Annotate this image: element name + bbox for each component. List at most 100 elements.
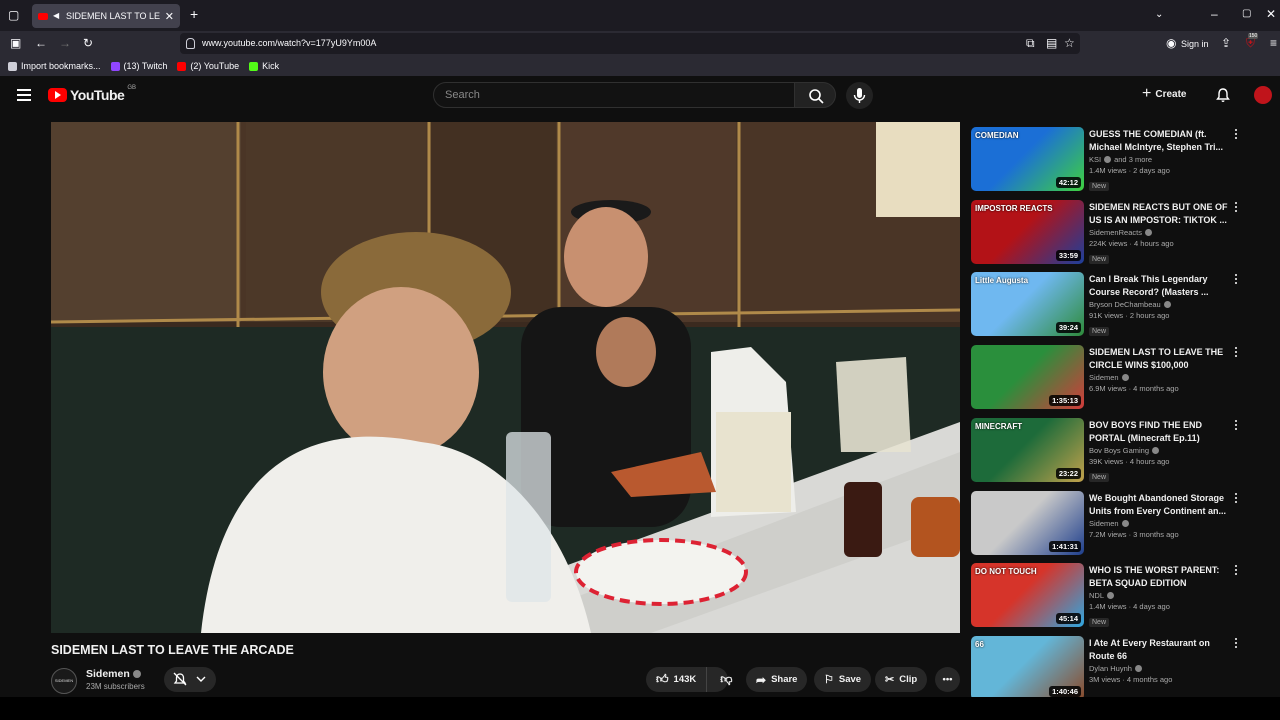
views-and-age: 7.2M views · 3 months ago: [1089, 529, 1179, 539]
recommendation-item[interactable]: Little Augusta 39:24 Can I Break This Le…: [971, 272, 1251, 338]
back-icon[interactable]: ←: [35, 37, 47, 49]
video-thumbnail[interactable]: IMPOSTOR REACTS 33:59: [971, 199, 1084, 264]
recommendation-meta: Can I Break This Legendary Course Record…: [1089, 273, 1229, 338]
reload-icon[interactable]: ↻: [83, 37, 93, 49]
views-and-age: 1.4M views · 2 days ago: [1089, 166, 1170, 175]
video-thumbnail[interactable]: DO NOT TOUCH 45:14: [971, 563, 1084, 628]
video-thumbnail[interactable]: MINECRAFT 23:22: [971, 417, 1084, 482]
maximize-icon[interactable]: ▢: [1242, 8, 1251, 20]
recommendation-title[interactable]: SIDEMEN LAST TO LEAVE THE CIRCLE WINS $1…: [1089, 346, 1229, 372]
subscribed-button[interactable]: [164, 667, 216, 692]
address-bar[interactable]: www.youtube.com/watch?v=177yU9Ym00A ⧉ ▤ …: [180, 33, 1080, 54]
account-icon[interactable]: ◉: [1166, 37, 1176, 49]
bookmark-star-icon[interactable]: ☆: [1064, 37, 1075, 49]
more-actions-button[interactable]: •••: [935, 667, 960, 692]
search-button[interactable]: [794, 82, 836, 108]
tab-list-icon[interactable]: ▢: [8, 9, 19, 21]
bookmark-youtube[interactable]: (2) YouTube: [177, 61, 239, 71]
create-label: Create: [1155, 88, 1187, 100]
sidebar-toggle-icon[interactable]: ▣: [10, 37, 21, 49]
app-menu-icon[interactable]: ≡: [1270, 37, 1277, 49]
save-button[interactable]: ⚐ Save: [814, 667, 872, 692]
video-thumbnail[interactable]: 1:41:31: [971, 490, 1084, 555]
more-vertical-icon[interactable]: [1235, 492, 1237, 503]
video-thumbnail[interactable]: 66 1:40:46: [971, 635, 1084, 700]
more-vertical-icon[interactable]: [1235, 274, 1237, 285]
create-button[interactable]: + Create: [1142, 86, 1187, 102]
recommendation-channel[interactable]: NDL: [1089, 591, 1229, 600]
recommendation-title[interactable]: We Bought Abandoned Storage Units from E…: [1089, 492, 1229, 518]
more-vertical-icon[interactable]: [1235, 419, 1237, 430]
extension-badge: 150: [1248, 33, 1259, 39]
recommendation-channel[interactable]: Sidemen: [1089, 519, 1229, 528]
views-and-age: 3M views · 4 months ago: [1089, 674, 1173, 684]
account-avatar[interactable]: [1254, 86, 1272, 104]
browser-tab-active[interactable]: ◀ SIDEMEN LAST TO LEAVE THE ARCADE ✕: [32, 4, 180, 28]
recommendation-item[interactable]: MINECRAFT 23:22 BOV BOYS FIND THE END PO…: [971, 417, 1251, 484]
recommendation-item[interactable]: 1:35:13 SIDEMEN LAST TO LEAVE THE CIRCLE…: [971, 345, 1251, 411]
verified-badge-icon: [1152, 446, 1160, 454]
views-and-age: 91K views · 2 hours ago: [1089, 311, 1170, 321]
recommendation-title[interactable]: GUESS THE COMEDIAN (ft. Michael McIntyre…: [1089, 128, 1229, 154]
recommendation-title[interactable]: Can I Break This Legendary Course Record…: [1089, 273, 1229, 299]
recommendation-item[interactable]: COMEDIAN 42:12 GUESS THE COMEDIAN (ft. M…: [971, 127, 1251, 193]
recommendation-channel[interactable]: Dylan Huynh: [1089, 664, 1229, 673]
sign-in-link[interactable]: Sign in: [1181, 39, 1209, 49]
picture-in-picture-icon[interactable]: ⧉: [1026, 37, 1035, 49]
clip-button[interactable]: ✂ Clip: [875, 667, 928, 692]
extensions-icon[interactable]: ⇪: [1221, 37, 1231, 49]
forward-icon[interactable]: →: [59, 37, 71, 49]
recommendation-item[interactable]: IMPOSTOR REACTS 33:59 SIDEMEN REACTS BUT…: [971, 199, 1251, 266]
thumbnail-text: MINECRAFT: [975, 421, 1023, 431]
chevron-down-icon[interactable]: ⌄: [1155, 9, 1163, 21]
channel-name-text: Dylan Huynh: [1089, 663, 1132, 673]
recommendation-channel[interactable]: Sidemen: [1089, 373, 1229, 382]
thumbnail-text: Little Augusta: [975, 276, 1029, 286]
more-vertical-icon[interactable]: [1235, 129, 1237, 139]
bell-icon[interactable]: [1215, 87, 1231, 103]
bookmark-import[interactable]: Import bookmarks...: [8, 61, 101, 71]
reader-view-icon[interactable]: ▤: [1046, 37, 1057, 49]
channel-name[interactable]: Sidemen: [86, 668, 141, 680]
more-vertical-icon[interactable]: [1235, 347, 1237, 358]
recommendation-channel[interactable]: Bryson DeChambeau: [1089, 300, 1229, 309]
new-tab-icon[interactable]: +: [190, 7, 198, 21]
minimize-icon[interactable]: –: [1211, 8, 1218, 20]
recommendation-channel[interactable]: KSI and 3 more: [1089, 155, 1229, 164]
video-thumbnail[interactable]: Little Augusta 39:24: [971, 272, 1084, 337]
more-vertical-icon[interactable]: [1235, 565, 1237, 576]
recommendation-title[interactable]: I Ate At Every Restaurant on Route 66: [1089, 637, 1229, 663]
site-info-icon[interactable]: [186, 38, 195, 49]
share-button[interactable]: ➦ Share: [746, 667, 808, 692]
recommendation-title[interactable]: WHO IS THE WORST PARENT: BETA SQUAD EDIT…: [1089, 564, 1229, 590]
recommendation-channel[interactable]: Bov Boys Gaming: [1089, 446, 1229, 455]
recommendation-meta: I Ate At Every Restaurant on Route 66 Dy…: [1089, 637, 1229, 684]
youtube-logo[interactable]: YouTube GB: [48, 85, 136, 103]
search-input[interactable]: Search: [433, 82, 795, 108]
recommendation-title[interactable]: BOV BOYS FIND THE END PORTAL (Minecraft …: [1089, 419, 1229, 445]
bookmark-label: Import bookmarks...: [21, 61, 101, 71]
video-thumbnail[interactable]: 1:35:13: [971, 345, 1084, 410]
like-button[interactable]: 👍︎ 143K: [646, 667, 708, 692]
voice-search-button[interactable]: [846, 82, 873, 109]
recommendation-item[interactable]: 1:41:31 We Bought Abandoned Storage Unit…: [971, 490, 1251, 557]
recommendation-item[interactable]: DO NOT TOUCH 45:14 WHO IS THE WORST PARE…: [971, 563, 1251, 629]
speaker-icon[interactable]: ◀: [53, 12, 61, 20]
recommendation-title[interactable]: SIDEMEN REACTS BUT ONE OF US IS AN IMPOS…: [1089, 201, 1229, 227]
more-vertical-icon[interactable]: [1235, 637, 1237, 648]
bookmark-kick[interactable]: Kick: [249, 61, 279, 71]
more-vertical-icon[interactable]: [1235, 201, 1237, 212]
recommendation-item[interactable]: 66 1:40:46 I Ate At Every Restaurant on …: [971, 635, 1251, 702]
hamburger-menu-icon[interactable]: [17, 89, 31, 101]
dislike-button[interactable]: 👎︎: [712, 672, 740, 687]
channel-avatar[interactable]: SIDEMEN: [51, 668, 77, 694]
recommendation-channel[interactable]: SidemenReacts: [1089, 228, 1229, 237]
close-window-icon[interactable]: ✕: [1266, 8, 1276, 20]
channel-name-text: Sidemen: [1089, 518, 1119, 528]
video-player[interactable]: [51, 122, 960, 633]
clip-label: Clip: [899, 674, 918, 685]
video-thumbnail[interactable]: COMEDIAN 42:12: [971, 127, 1084, 191]
bookmark-twitch[interactable]: (13) Twitch: [110, 61, 167, 71]
close-tab-icon[interactable]: ✕: [165, 10, 174, 23]
recommendation-meta: SIDEMEN LAST TO LEAVE THE CIRCLE WINS $1…: [1089, 346, 1229, 393]
